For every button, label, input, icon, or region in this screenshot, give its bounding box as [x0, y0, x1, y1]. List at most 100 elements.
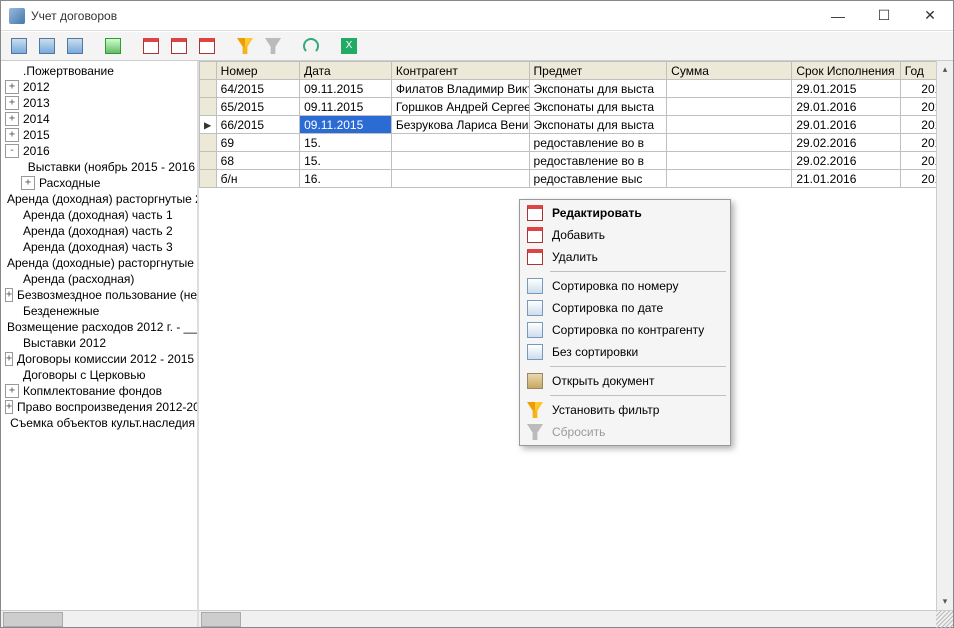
- tree-horizontal-scrollbar[interactable]: [1, 610, 197, 627]
- menu-item[interactable]: Редактировать: [522, 202, 728, 224]
- table-row[interactable]: ▶66/201509.11.2015Безрукова Лариса Вениа…: [200, 116, 953, 134]
- menu-item[interactable]: Без сортировки: [522, 341, 728, 363]
- tree-item[interactable]: Выставки 2012: [1, 335, 197, 351]
- table-row[interactable]: б/н16.редоставление выс21.01.20162015: [200, 170, 953, 188]
- table-cell[interactable]: [667, 116, 792, 134]
- tree-item[interactable]: Аренда (расходная): [1, 271, 197, 287]
- table-cell[interactable]: редоставление во в: [529, 152, 667, 170]
- tree-item[interactable]: +Договоры комиссии 2012 - 2015 г: [1, 351, 197, 367]
- tree-item[interactable]: +Право воспроизведения 2012-201:: [1, 399, 197, 415]
- expand-icon[interactable]: +: [5, 288, 13, 302]
- tree-item[interactable]: +Безвозмездное пользование (нед: [1, 287, 197, 303]
- column-header[interactable]: Номер: [216, 62, 299, 80]
- tree-item[interactable]: +2013: [1, 95, 197, 111]
- tree-item[interactable]: Аренда (доходная) часть 3: [1, 239, 197, 255]
- table-cell[interactable]: 65/2015: [216, 98, 299, 116]
- tool-doc3-button[interactable]: [63, 34, 87, 58]
- expand-icon[interactable]: +: [5, 128, 19, 142]
- tool-date2-button[interactable]: [167, 34, 191, 58]
- table-cell[interactable]: Экспонаты для выста: [529, 98, 667, 116]
- menu-item[interactable]: Открыть документ: [522, 370, 728, 392]
- tool-filter-set-button[interactable]: [233, 34, 257, 58]
- table-cell[interactable]: [200, 134, 217, 152]
- tool-excel-button[interactable]: X: [337, 34, 361, 58]
- table-cell[interactable]: Экспонаты для выста: [529, 80, 667, 98]
- close-button[interactable]: ✕: [907, 1, 953, 31]
- table-cell[interactable]: [200, 152, 217, 170]
- table-cell[interactable]: 29.01.2015: [792, 80, 900, 98]
- tree-item[interactable]: Аренда (доходная) часть 1: [1, 207, 197, 223]
- column-header[interactable]: Дата: [300, 62, 392, 80]
- column-header[interactable]: Срок Исполнения: [792, 62, 900, 80]
- tree-item[interactable]: Безденежные: [1, 303, 197, 319]
- scroll-up-icon[interactable]: ▴: [937, 61, 953, 78]
- expand-icon[interactable]: +: [5, 400, 13, 414]
- table-cell[interactable]: 09.11.2015: [300, 80, 392, 98]
- tool-date1-button[interactable]: [139, 34, 163, 58]
- table-cell[interactable]: б/н: [216, 170, 299, 188]
- tree-item[interactable]: Съемка объектов культ.наследия: [1, 415, 197, 431]
- menu-item[interactable]: Добавить: [522, 224, 728, 246]
- table-cell[interactable]: [667, 134, 792, 152]
- tree-item[interactable]: +2012: [1, 79, 197, 95]
- tree-item[interactable]: Аренда (доходная) часть 2: [1, 223, 197, 239]
- column-header[interactable]: Сумма: [667, 62, 792, 80]
- grid-horizontal-scrollbar[interactable]: [199, 610, 953, 627]
- table-cell[interactable]: [667, 152, 792, 170]
- table-cell[interactable]: [667, 170, 792, 188]
- collapse-icon[interactable]: -: [5, 144, 19, 158]
- table-cell[interactable]: 68: [216, 152, 299, 170]
- table-cell[interactable]: редоставление выс: [529, 170, 667, 188]
- table-cell[interactable]: 16.: [300, 170, 392, 188]
- table-cell[interactable]: 29.01.2016: [792, 98, 900, 116]
- menu-item[interactable]: Сортировка по номеру: [522, 275, 728, 297]
- table-cell[interactable]: [200, 98, 217, 116]
- menu-item[interactable]: Установить фильтр: [522, 399, 728, 421]
- tree-item[interactable]: Возмещение расходов 2012 г. - __: [1, 319, 197, 335]
- table-cell[interactable]: [200, 80, 217, 98]
- table-cell[interactable]: 66/2015: [216, 116, 299, 134]
- tool-export-button[interactable]: [101, 34, 125, 58]
- resize-grip-icon[interactable]: [936, 611, 953, 628]
- tree-item[interactable]: -2016: [1, 143, 197, 159]
- tool-date3-button[interactable]: [195, 34, 219, 58]
- tree-item[interactable]: Аренда (доходные) расторгнутые (: [1, 255, 197, 271]
- tool-doc2-button[interactable]: [35, 34, 59, 58]
- table-cell[interactable]: Горшков Андрей Сергее: [391, 98, 529, 116]
- table-row[interactable]: 65/201509.11.2015Горшков Андрей СергееЭк…: [200, 98, 953, 116]
- tree-item[interactable]: +2015: [1, 127, 197, 143]
- table-cell[interactable]: [200, 170, 217, 188]
- tree-item[interactable]: Аренда (доходная) расторгнутые 2: [1, 191, 197, 207]
- table-cell[interactable]: [391, 152, 529, 170]
- scrollbar-thumb[interactable]: [3, 612, 63, 627]
- menu-item[interactable]: Сортировка по контрагенту: [522, 319, 728, 341]
- minimize-button[interactable]: —: [815, 1, 861, 31]
- table-cell[interactable]: 15.: [300, 134, 392, 152]
- table-row[interactable]: 6815.редоставление во в29.02.20162015: [200, 152, 953, 170]
- table-cell[interactable]: [391, 134, 529, 152]
- table-cell[interactable]: ▶: [200, 116, 217, 134]
- table-cell[interactable]: 69: [216, 134, 299, 152]
- column-header[interactable]: [200, 62, 217, 80]
- column-header[interactable]: Предмет: [529, 62, 667, 80]
- tree-item[interactable]: .Пожертвование: [1, 63, 197, 79]
- table-row[interactable]: 6915.редоставление во в29.02.20162015: [200, 134, 953, 152]
- tool-doc1-button[interactable]: [7, 34, 31, 58]
- table-cell[interactable]: Филатов Владимир Викто: [391, 80, 529, 98]
- maximize-button[interactable]: ☐: [861, 1, 907, 31]
- table-cell[interactable]: 29.02.2016: [792, 152, 900, 170]
- grid-vertical-scrollbar[interactable]: ▴ ▾: [936, 61, 953, 610]
- menu-item[interactable]: Сортировка по дате: [522, 297, 728, 319]
- column-header[interactable]: Контрагент: [391, 62, 529, 80]
- table-cell[interactable]: 09.11.2015: [300, 98, 392, 116]
- scroll-down-icon[interactable]: ▾: [937, 593, 953, 610]
- table-cell[interactable]: [667, 80, 792, 98]
- table-cell[interactable]: 21.01.2016: [792, 170, 900, 188]
- tree-item[interactable]: +Расходные: [1, 175, 197, 191]
- table-cell[interactable]: Безрукова Лариса Вениа: [391, 116, 529, 134]
- table-cell[interactable]: 64/2015: [216, 80, 299, 98]
- tree-view[interactable]: .Пожертвование+2012+2013+2014+2015-2016В…: [1, 61, 197, 610]
- table-cell[interactable]: 09.11.2015: [300, 116, 392, 134]
- scrollbar-thumb[interactable]: [201, 612, 241, 627]
- expand-icon[interactable]: +: [5, 352, 13, 366]
